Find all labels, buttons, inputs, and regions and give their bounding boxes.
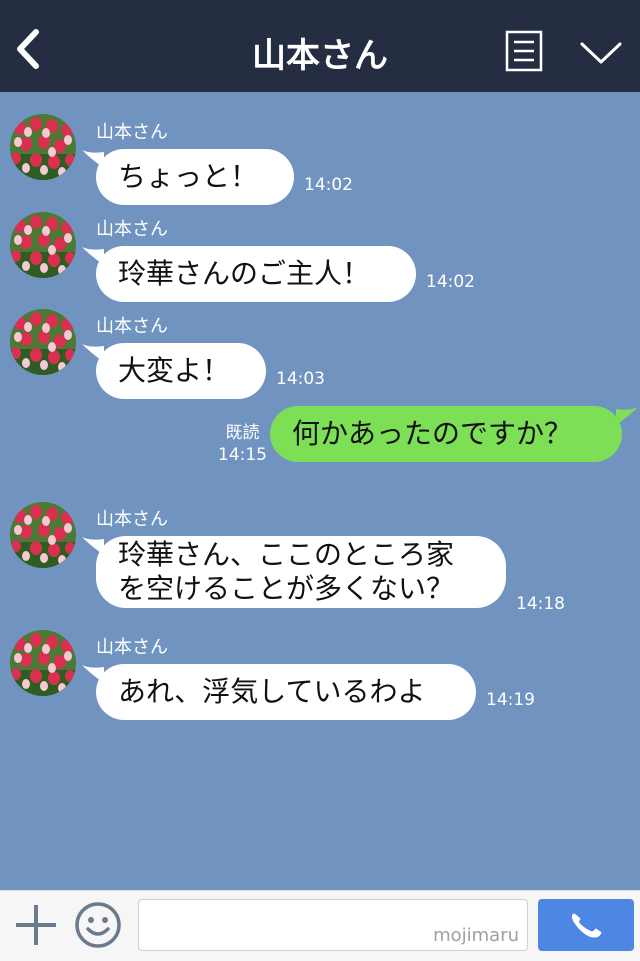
sender-name: 山本さん (96, 509, 168, 530)
plus-icon (16, 905, 56, 945)
bubble-tail (616, 407, 638, 425)
message-line: 玲華さん、ここのところ家 (118, 538, 455, 571)
message-bubble[interactable]: あれ、浮気しているわよ (96, 664, 476, 720)
avatar[interactable] (10, 212, 76, 278)
expand-button[interactable] (578, 36, 624, 68)
tulip-avatar-icon (10, 502, 76, 568)
message-time: 14:15 (218, 445, 267, 465)
sender-name: 山本さん (96, 316, 168, 337)
watermark: mojimaru (433, 925, 519, 946)
message-bubble[interactable]: 大変よ！ (96, 343, 266, 399)
message-line: を空けることが多くない？ (118, 572, 455, 605)
read-label: 既読 (225, 423, 260, 443)
tulip-avatar-icon (10, 309, 76, 375)
page-title: 山本さん (252, 36, 388, 76)
menu-button[interactable] (505, 30, 543, 72)
avatar[interactable] (10, 630, 76, 696)
avatar[interactable] (10, 502, 76, 568)
my-message-bubble[interactable]: 何かあったのですか？ (270, 406, 622, 462)
message-time: 14:03 (276, 369, 325, 389)
phone-icon (571, 913, 602, 938)
tulip-avatar-icon (10, 212, 76, 278)
message-input[interactable]: mojimaru (138, 899, 528, 951)
sender-name: 山本さん (96, 637, 168, 658)
emoji-button[interactable] (74, 901, 122, 949)
message-bubble[interactable]: ちょっと！ (96, 149, 294, 205)
message-time: 14:19 (486, 690, 535, 710)
sender-name: 山本さん (96, 122, 168, 143)
avatar[interactable] (10, 114, 76, 180)
message-bubble[interactable]: 玲華さんのご主人！ (96, 246, 416, 302)
message-time: 14:02 (304, 175, 353, 195)
smiley-icon (75, 902, 121, 948)
input-bar: mojimaru (0, 890, 640, 961)
message-time: 14:02 (426, 272, 475, 292)
call-button[interactable] (538, 899, 634, 951)
chevron-down-icon (580, 42, 622, 64)
tulip-avatar-icon (10, 114, 76, 180)
menu-list-icon (505, 30, 543, 72)
add-button[interactable] (14, 903, 58, 947)
message-time: 14:18 (516, 594, 565, 614)
avatar[interactable] (10, 309, 76, 375)
message-bubble[interactable]: 玲華さん、ここのところ家 を空けることが多くない？ (96, 536, 506, 608)
read-status: 既読 14:15 (218, 422, 267, 466)
chat-header: 山本さん (0, 0, 640, 92)
tulip-avatar-icon (10, 630, 76, 696)
sender-name: 山本さん (96, 219, 168, 240)
chat-area[interactable]: 山本さん ちょっと！ 14:02 山本さん 玲華さんのご主人！ 14:02 山本… (0, 92, 640, 890)
